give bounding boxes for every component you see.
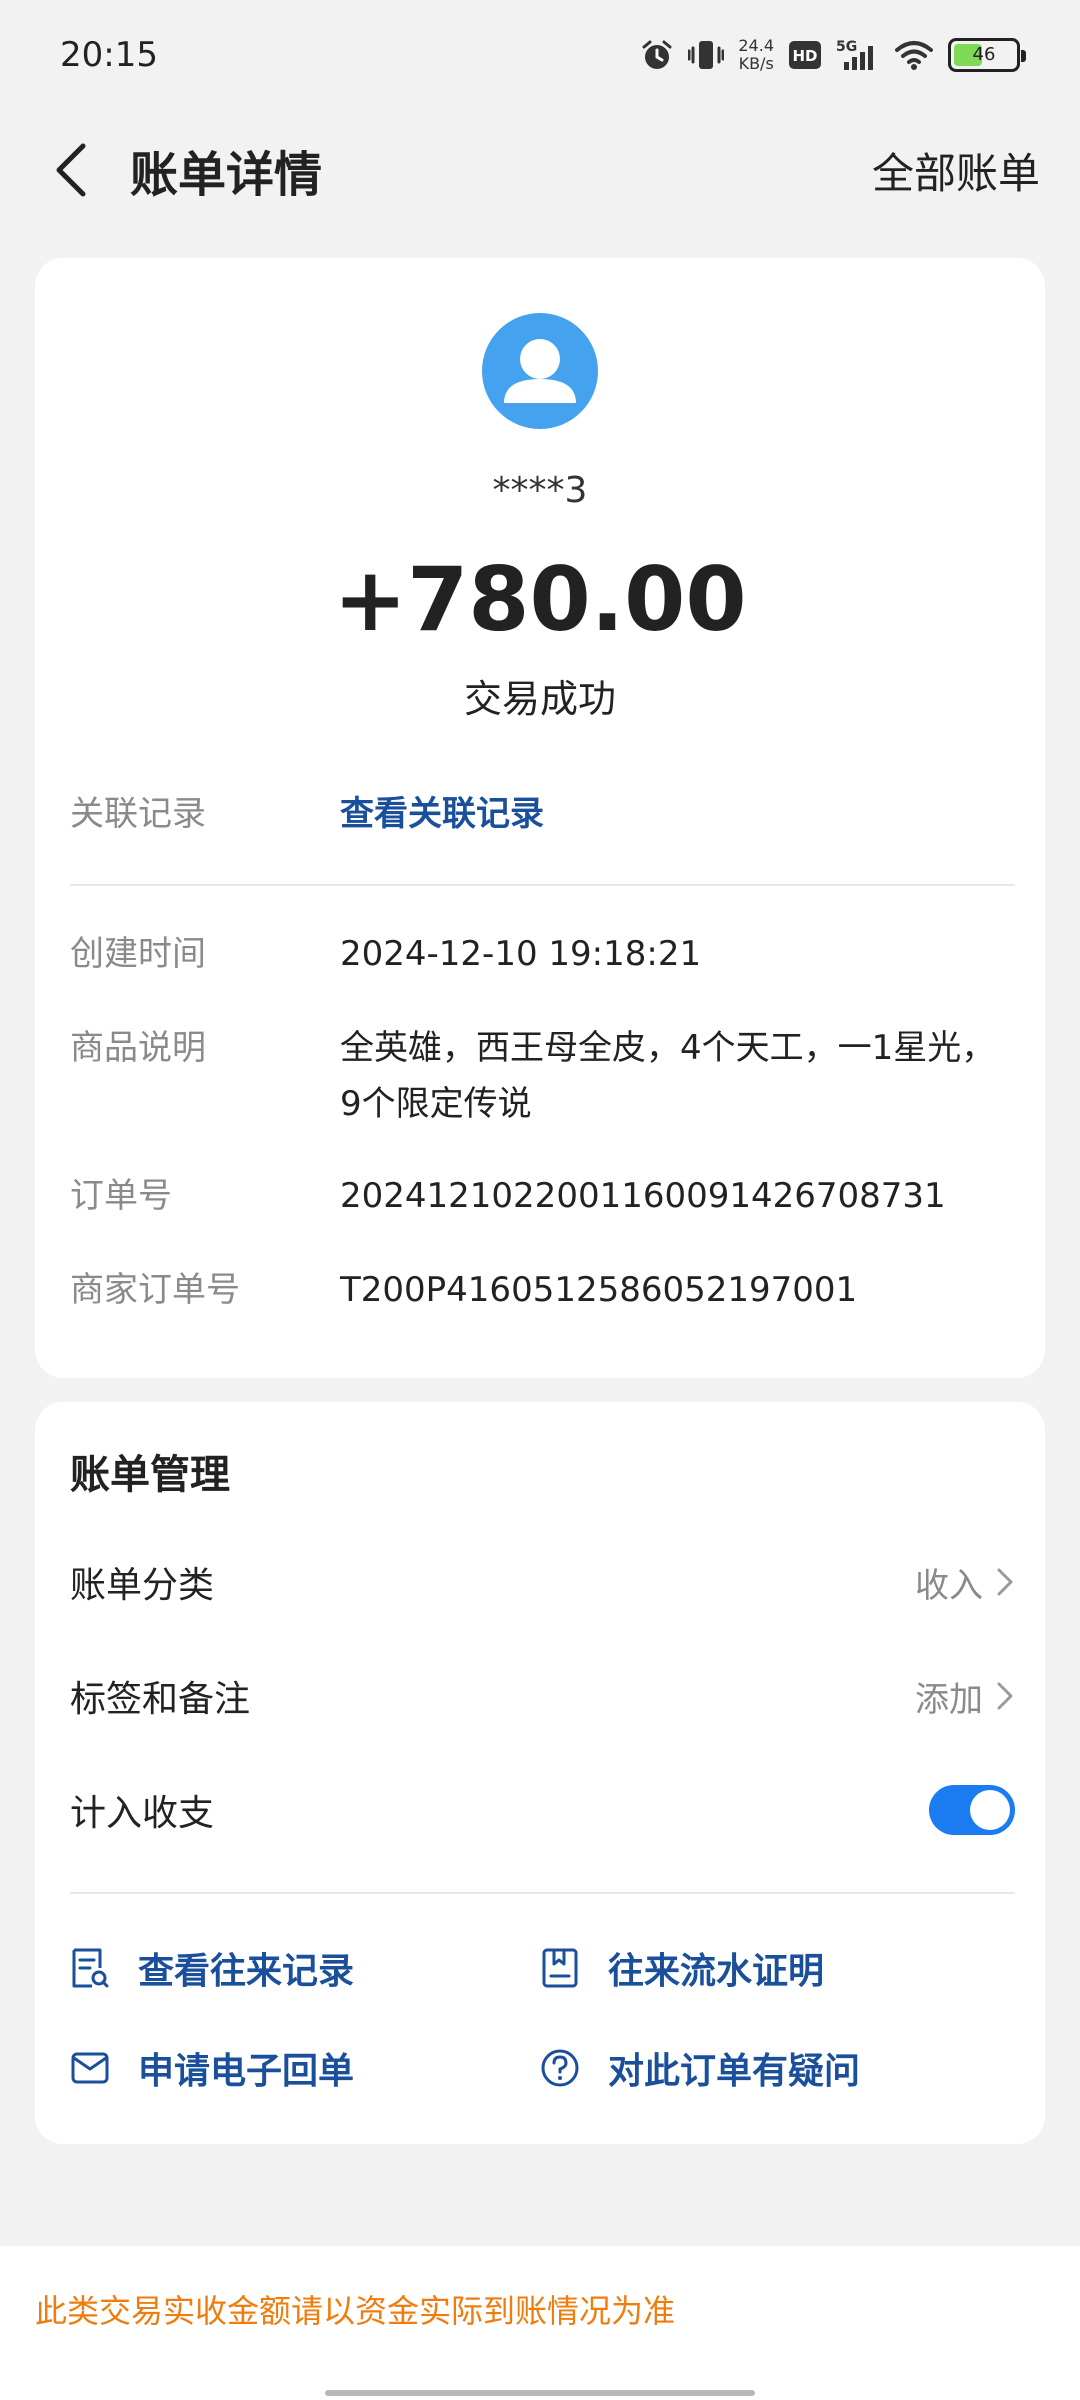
back-button[interactable] — [40, 140, 100, 200]
view-history-button[interactable]: 查看往来记录 — [70, 1942, 354, 1994]
bill-management-card: 账单管理 账单分类 收入 标签和备注 添加 计入收支 查看往来记录 往来流水证明… — [35, 1402, 1045, 2144]
vibrate-icon — [688, 41, 725, 69]
order-number-row: 订单号 2024121022001160091426708731 — [70, 1168, 1015, 1224]
net-speed: 24.4 KB/s — [738, 37, 774, 73]
divider — [70, 1892, 1015, 1894]
order-number-value: 2024121022001160091426708731 — [340, 1176, 946, 1216]
bill-detail-card: ****3 +780.00 交易成功 关联记录 查看关联记录 创建时间 2024… — [35, 258, 1045, 1378]
avatar — [482, 313, 598, 429]
counterparty-name: ****3 — [492, 470, 588, 511]
divider — [70, 884, 1015, 886]
bill-category-row[interactable]: 账单分类 收入 — [70, 1552, 1015, 1612]
hd-badge: HD — [792, 47, 817, 65]
amount-notice: 此类交易实收金额请以资金实际到账情况为准 — [35, 2292, 676, 2330]
include-income-label: 计入收支 — [70, 1793, 215, 1834]
network-type: 5G — [836, 39, 857, 55]
transaction-amount: +780.00 — [333, 548, 747, 651]
bill-category-value: 收入 — [915, 1565, 983, 1606]
merchant-order-label: 商家订单号 — [70, 1270, 240, 1310]
goods-desc-row: 商品说明 全英雄，西王母全皮，4个天工，一1星光，9个限定传说 — [70, 1020, 1015, 1132]
goods-desc-value: 全英雄，西王母全皮，4个天工，一1星光，9个限定传说 — [340, 1028, 996, 1124]
question-circle-icon — [541, 2049, 579, 2087]
page-title: 账单详情 — [130, 147, 323, 203]
hd-icon: HD — [789, 41, 821, 69]
alarm-icon — [642, 40, 672, 69]
bill-category-label: 账单分类 — [70, 1565, 215, 1606]
tags-notes-label: 标签和备注 — [70, 1679, 251, 1720]
e-receipt-button[interactable]: 申请电子回单 — [70, 2042, 354, 2094]
tags-notes-right: 添加 — [915, 1672, 1015, 1721]
battery-icon: 46 — [948, 38, 1026, 72]
status-icons: 24.4 KB/s HD 5G 46 — [640, 37, 1026, 73]
created-time-label: 创建时间 — [70, 934, 206, 974]
net-speed-unit: KB/s — [738, 54, 774, 73]
transaction-status: 交易成功 — [463, 677, 616, 721]
order-question-button[interactable]: 对此订单有疑问 — [540, 2042, 860, 2094]
tags-notes-row[interactable]: 标签和备注 添加 — [70, 1666, 1015, 1726]
user-icon — [504, 339, 576, 403]
chevron-right-icon — [997, 1682, 1013, 1710]
include-income-toggle[interactable] — [929, 1785, 1015, 1835]
statement-proof-button[interactable]: 往来流水证明 — [540, 1942, 824, 1994]
signal-icon: 5G — [836, 39, 873, 70]
order-question-label: 对此订单有疑问 — [608, 2051, 861, 2092]
include-income-row: 计入收支 — [70, 1780, 1015, 1840]
statement-proof-label: 往来流水证明 — [608, 1951, 825, 1992]
created-time-value: 2024-12-10 19:18:21 — [340, 934, 702, 974]
net-speed-value: 24.4 — [738, 36, 774, 55]
all-bills-link[interactable]: 全部账单 — [872, 140, 1040, 201]
related-record-label: 关联记录 — [70, 794, 206, 834]
created-time-row: 创建时间 2024-12-10 19:18:21 — [70, 926, 1015, 982]
view-history-label: 查看往来记录 — [138, 1951, 355, 1992]
footer-bar: 此类交易实收金额请以资金实际到账情况为准 — [0, 2246, 1080, 2400]
tags-notes-value: 添加 — [915, 1679, 983, 1720]
document-search-icon — [72, 1948, 109, 1988]
order-number-label: 订单号 — [70, 1176, 172, 1216]
related-record-link[interactable]: 查看关联记录 — [340, 786, 1015, 842]
home-indicator[interactable] — [325, 2390, 755, 2396]
merchant-order-row: 商家订单号 T200P4160512586052197001 — [70, 1262, 1015, 1318]
e-receipt-label: 申请电子回单 — [138, 2051, 355, 2092]
section-title: 账单管理 — [70, 1452, 230, 1498]
toggle-knob — [970, 1790, 1010, 1830]
mail-icon — [71, 2052, 109, 2084]
chevron-right-icon — [997, 1568, 1013, 1596]
bookmark-document-icon — [542, 1948, 578, 1988]
goods-desc-label: 商品说明 — [70, 1028, 206, 1068]
bill-category-right: 收入 — [915, 1558, 1015, 1607]
chevron-left-icon — [56, 143, 86, 197]
header: 账单详情 全部账单 — [0, 110, 1080, 230]
related-record-row: 关联记录 查看关联记录 — [70, 786, 1015, 842]
status-time: 20:15 — [60, 35, 158, 75]
merchant-order-value: T200P4160512586052197001 — [340, 1270, 858, 1310]
wifi-icon — [895, 41, 933, 70]
battery-level: 46 — [972, 44, 996, 65]
status-bar: 20:15 24.4 KB/s HD 5G 46 — [0, 0, 1080, 110]
